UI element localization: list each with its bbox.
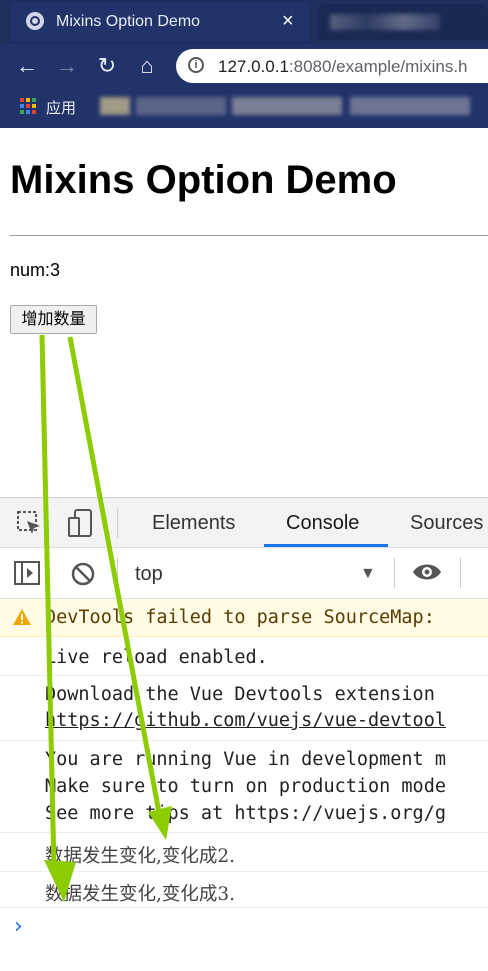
forward-arrow-icon[interactable]: →: [54, 53, 80, 79]
eye-icon[interactable]: [412, 560, 442, 584]
context-selector[interactable]: top: [135, 563, 163, 586]
back-arrow-icon[interactable]: ←: [14, 53, 40, 79]
bookmarks-bar: 应用: [0, 88, 488, 128]
console-sidebar-icon[interactable]: [14, 561, 40, 585]
console-warning: DevTools failed to parse SourceMap:: [0, 599, 488, 637]
console-link[interactable]: https://github.com/vuejs/vue-devtool: [45, 710, 446, 731]
apps-grid-icon[interactable]: [20, 98, 36, 114]
console-line: 数据发生变化,变化成2.: [45, 846, 236, 867]
devtools-tab-strip: Elements Console Sources: [0, 497, 488, 547]
blurred-bookmark[interactable]: [100, 97, 130, 115]
info-icon[interactable]: i: [188, 57, 204, 73]
toolbar-separator: [460, 558, 461, 588]
tab-console[interactable]: Console: [286, 512, 359, 535]
blurred-bookmark[interactable]: [136, 97, 226, 115]
warning-icon: [13, 609, 31, 625]
divider: [10, 235, 488, 236]
console-message: Live reload enabled.: [0, 637, 488, 676]
home-icon[interactable]: ⌂: [134, 53, 160, 79]
url-text[interactable]: 127.0.0.1:8080/example/mixins.h: [218, 57, 468, 77]
chevron-down-icon[interactable]: ▼: [360, 565, 376, 583]
console-line: Live reload enabled.: [45, 647, 268, 668]
warning-text: DevTools failed to parse SourceMap:: [45, 607, 435, 628]
console-line: 数据发生变化,变化成3.: [45, 884, 236, 905]
globe-icon: [26, 12, 44, 30]
console-message: You are running Vue in development m Mak…: [0, 741, 488, 833]
blurred-bookmark[interactable]: [350, 97, 470, 115]
console-message: 数据发生变化,变化成2.: [0, 833, 488, 872]
toolbar-separator: [117, 508, 118, 538]
toolbar-separator: [394, 558, 395, 588]
console-message: Download the Vue Devtools extension http…: [0, 676, 488, 741]
address-bar[interactable]: i 127.0.0.1:8080/example/mixins.h: [176, 49, 488, 83]
tab-title: Mixins Option Demo: [56, 13, 201, 30]
chevron-right-icon[interactable]: ›: [14, 914, 23, 939]
blurred-tab-title: [330, 14, 440, 30]
console-line: Make sure to turn on production mode: [45, 776, 446, 797]
apps-bookmark-label[interactable]: 应用: [46, 97, 76, 118]
num-display: num:3: [10, 260, 61, 280]
blurred-bookmark[interactable]: [232, 97, 342, 115]
browser-tab-bar: Mixins Option Demo ×: [0, 0, 488, 44]
url-path: :8080/example/mixins.h: [288, 57, 468, 76]
browser-tab-active[interactable]: Mixins Option Demo ×: [10, 2, 310, 42]
console-line: Download the Vue Devtools extension: [45, 684, 435, 705]
inspect-element-icon[interactable]: [16, 510, 42, 536]
console-line: See more tips at https://vuejs.org/g: [45, 803, 446, 824]
browser-toolbar: ← → ↻ ⌂ i 127.0.0.1:8080/example/mixins.…: [0, 44, 488, 88]
console-message: 数据发生变化,变化成3.: [0, 872, 488, 908]
toolbar-separator: [117, 558, 118, 588]
console-toolbar: top ▼: [0, 547, 488, 599]
url-host: 127.0.0.1: [218, 57, 289, 76]
close-icon[interactable]: ×: [282, 10, 294, 32]
clear-console-icon[interactable]: [70, 561, 96, 587]
browser-tab-inactive[interactable]: [318, 4, 488, 40]
page-title: Mixins Option Demo: [10, 158, 397, 202]
device-toolbar-icon[interactable]: [66, 508, 96, 538]
console-line: You are running Vue in development m: [45, 749, 446, 770]
tab-elements[interactable]: Elements: [152, 512, 235, 535]
reload-icon[interactable]: ↻: [94, 53, 120, 79]
tab-sources[interactable]: Sources: [410, 512, 483, 535]
increase-count-button[interactable]: 增加数量: [10, 305, 97, 334]
